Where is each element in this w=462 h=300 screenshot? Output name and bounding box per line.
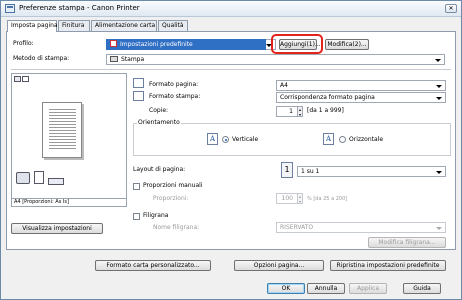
preview-mode-icon[interactable] [14, 76, 21, 82]
window-title: Preferenze stampa - Canon Printer [19, 4, 140, 12]
scaling-stepper[interactable]: ▴ ▾ [297, 193, 303, 204]
watermark-name-value: RISERVATO [280, 224, 314, 231]
landscape-label: Orizzontale [349, 136, 384, 143]
close-button[interactable]: ✕ [445, 4, 457, 13]
tab-paper-source[interactable]: Alimentazione carta [91, 20, 157, 31]
preview-caption: A4 [Proporzioni: As Is] [11, 199, 127, 207]
profile-value: Impostazioni predefinite [120, 41, 193, 48]
page-size-label: Formato pagina: [149, 81, 199, 88]
print-preferences-window: Preferenze stampa - Canon Printer ✕ Impo… [0, 0, 462, 300]
output-method-value: Stampa [121, 56, 145, 63]
layout-select[interactable]: 1 su 1 [297, 166, 446, 177]
page-options-button[interactable]: Opzioni pagina... [234, 260, 324, 271]
edit-profile-button[interactable]: Modifica(2)... [325, 39, 369, 50]
copies-value: 1 [289, 108, 293, 115]
chevron-down-icon [436, 97, 442, 100]
chevron-down-icon [436, 171, 442, 174]
preview-page [42, 102, 82, 158]
cancel-button[interactable]: Annulla [307, 283, 345, 294]
output-preview-icon [48, 178, 64, 185]
chevron-down-icon [436, 227, 442, 230]
portrait-icon: A [207, 133, 218, 145]
apply-button[interactable]: Applica [349, 283, 387, 294]
preview-text-lines [49, 109, 76, 151]
layout-label: Layout di pagina: [133, 166, 186, 173]
profile-icon [110, 40, 117, 47]
portrait-label: Verticale [232, 136, 259, 143]
chevron-down-icon [435, 59, 441, 62]
landscape-radio[interactable] [339, 136, 346, 143]
page-size-value: A4 [280, 82, 288, 89]
scaling-label: Proporzioni: [153, 195, 189, 202]
page-preview [11, 73, 127, 199]
printer-small-icon [110, 56, 118, 62]
divider [11, 69, 451, 70]
help-button[interactable]: Guida [403, 283, 441, 294]
page-size-select[interactable]: A4 [276, 80, 446, 91]
orientation-label: Orientamento [137, 119, 181, 127]
layout-value: 1 su 1 [301, 168, 320, 175]
preview-device-icon[interactable] [22, 76, 29, 82]
profile-select[interactable]: Impostazioni predefinite [106, 39, 266, 50]
page-setup-panel: Profilo: Impostazioni predefinite Aggiun… [6, 31, 456, 250]
scaling-value: 100 [281, 195, 293, 202]
copies-stepper[interactable]: ▴ ▾ [297, 106, 303, 117]
scaling-range: % [da 25 a 200] [307, 196, 348, 202]
printer-icon [5, 4, 15, 13]
orientation-group [133, 123, 451, 156]
ok-button[interactable]: OK [267, 283, 305, 294]
paper-preview-icon [34, 171, 44, 184]
output-method-label: Metodo di stampa: [13, 55, 70, 62]
chevron-down-icon [436, 85, 442, 88]
watermark-name-select[interactable]: RISERVATO [276, 222, 446, 233]
restore-defaults-button[interactable]: Ripristina impostazioni predefinite [330, 260, 446, 271]
tab-finishing[interactable]: Finitura [58, 20, 90, 31]
portrait-radio[interactable] [222, 136, 229, 143]
custom-paper-size-button[interactable]: Formato carta personalizzato... [95, 260, 211, 271]
watermark-name-label: Nome filigrana: [153, 224, 200, 231]
watermark-checkbox[interactable] [133, 213, 140, 220]
highlight-annotation [271, 34, 323, 54]
copies-label: Copie: [149, 107, 169, 114]
landscape-icon: A [323, 133, 334, 145]
edit-watermark-button[interactable]: Modifica filigrana... [368, 237, 446, 248]
manual-scaling-checkbox[interactable] [133, 183, 140, 190]
tab-quality[interactable]: Qualità [158, 20, 188, 31]
profile-label: Profilo: [13, 40, 34, 47]
output-size-label: Formato stampa: [149, 93, 201, 100]
manual-scaling-label: Proporzioni manuali [143, 182, 203, 189]
copies-range: [da 1 a 999] [307, 107, 344, 114]
page-size-icon [133, 78, 144, 88]
watermark-label: Filigrana [143, 212, 169, 219]
view-settings-button[interactable]: Visualizza impostazioni [11, 223, 103, 234]
layout-icon: 1 [281, 162, 293, 178]
output-size-select[interactable]: Corrispondenza formato pagina [276, 92, 446, 103]
output-size-value: Corrispondenza formato pagina [280, 94, 375, 101]
title-bar[interactable]: Preferenze stampa - Canon Printer ✕ [1, 1, 461, 17]
tab-page-setup[interactable]: Imposta pagina [7, 20, 58, 32]
printer-preview-icon [16, 172, 30, 184]
output-method-select[interactable]: Stampa [106, 54, 445, 65]
output-size-icon [133, 91, 144, 101]
